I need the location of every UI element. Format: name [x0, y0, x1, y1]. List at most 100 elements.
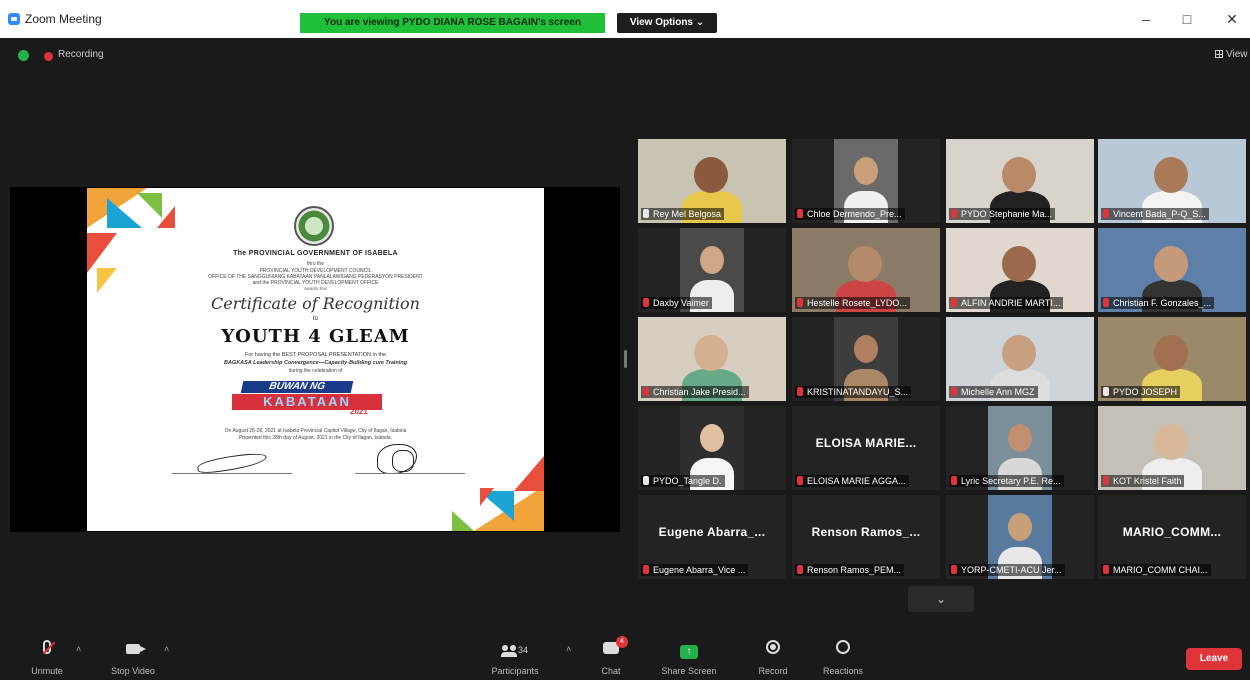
participant-display-name: Eugene Abarra_...	[658, 525, 766, 539]
participant-tile[interactable]: KOT Kristel Faith	[1098, 406, 1246, 490]
cert-awards: awards this	[304, 286, 327, 291]
participant-head	[854, 335, 878, 363]
participant-tile[interactable]: PYDO JOSEPH	[1098, 317, 1246, 401]
signature-right-2	[392, 450, 414, 472]
participant-tile[interactable]: PYDO Stephanie Ma...	[946, 139, 1094, 223]
participant-head	[1154, 424, 1188, 460]
view-button[interactable]: View	[1215, 49, 1248, 60]
muted-mic-icon	[43, 640, 51, 654]
buwan-ng-kabataan-logo: BUWAN NG KABATAAN 2021	[232, 381, 382, 419]
participant-tile[interactable]: Michelle Ann MGZ	[946, 317, 1094, 401]
cert-held: On August 26-28, 2021 at Isabela Provinc…	[224, 428, 407, 434]
cert-event: BAGKASA Leadership Convergence—Capacity-…	[223, 360, 408, 366]
muted-mic-icon	[643, 298, 649, 307]
unmute-button[interactable]: Unmute	[12, 640, 82, 676]
participant-name-label: Rey Mel Belgosa	[641, 208, 725, 220]
participant-head	[1002, 335, 1036, 371]
participant-name: Daxby Vaimer	[653, 298, 709, 308]
participant-name: Renson Ramos_PEM...	[807, 565, 902, 575]
buwan-top: BUWAN NG	[240, 381, 354, 393]
participant-tile[interactable]: Eugene Abarra_... Eugene Abarra_Vice ...	[638, 495, 786, 579]
participant-name-label: ELOISA MARIE AGGA...	[795, 475, 909, 487]
record-icon	[766, 640, 780, 654]
muted-mic-icon	[951, 298, 957, 307]
participant-tile[interactable]: Chloe Dermendo_Pre...	[792, 139, 940, 223]
participant-name: Lyric Secretary P.E. Re...	[961, 476, 1061, 486]
maximize-button[interactable]: □	[1177, 11, 1197, 27]
audio-options-caret[interactable]: ˄	[76, 644, 81, 654]
participant-head	[848, 246, 882, 282]
signature-line-left	[172, 473, 292, 474]
muted-mic-icon	[643, 565, 649, 574]
participants-options-caret[interactable]: ˄	[566, 644, 571, 654]
participant-tile[interactable]: Daxby Vaimer	[638, 228, 786, 312]
participant-tile[interactable]: ALFIN ANDRIE MARTI...	[946, 228, 1094, 312]
muted-mic-icon	[951, 476, 957, 485]
participant-name-label: Hestelle Rosete_LYDO...	[795, 297, 910, 309]
participant-head	[1002, 246, 1036, 282]
participant-tile[interactable]: ELOISA MARIE... ELOISA MARIE AGGA...	[792, 406, 940, 490]
share-screen-button[interactable]: ↑ Share Screen	[654, 640, 724, 676]
participant-name-label: Michelle Ann MGZ	[949, 386, 1038, 398]
meeting-toolbar: Unmute ˄ Stop Video ˄ 34 Participants ˄ …	[0, 632, 1250, 680]
participant-name: Chloe Dermendo_Pre...	[807, 209, 902, 219]
minimize-button[interactable]: –	[1136, 11, 1156, 27]
muted-mic-icon	[1103, 209, 1109, 218]
cert-to: to	[312, 316, 318, 322]
encryption-shield-icon[interactable]	[18, 50, 29, 61]
muted-mic-icon	[797, 565, 803, 574]
cert-during: during the celebration of	[288, 368, 343, 374]
provincial-seal-icon	[294, 206, 334, 246]
stop-video-button[interactable]: Stop Video	[98, 640, 168, 676]
participant-tile[interactable]: YORP-CMETI-ACU Jer...	[946, 495, 1094, 579]
participants-button[interactable]: 34 Participants	[480, 640, 550, 676]
window-title: Zoom Meeting	[25, 12, 102, 26]
buwan-year: 2021	[350, 407, 368, 416]
confetti-decoration	[452, 511, 474, 531]
reactions-button[interactable]: Reactions	[808, 640, 878, 676]
participant-tile[interactable]: Christian F. Gonzales_...	[1098, 228, 1246, 312]
cert-org: The PROVINCIAL GOVERNMENT OF ISABELA	[233, 250, 398, 257]
participant-name-label: Lyric Secretary P.E. Re...	[949, 475, 1064, 487]
video-options-caret[interactable]: ˄	[164, 644, 169, 654]
participant-tile[interactable]: Vincent Bada_P-Q_S...	[1098, 139, 1246, 223]
gallery-scroll-down-button[interactable]: ⌄	[908, 586, 974, 612]
mic-icon	[643, 476, 649, 485]
participant-name-label: PYDO JOSEPH	[1101, 386, 1181, 398]
muted-mic-icon	[1103, 476, 1109, 485]
participant-name-label: Daxby Vaimer	[641, 297, 712, 309]
confetti-decoration	[514, 456, 544, 491]
muted-mic-icon	[951, 387, 957, 396]
participant-tile[interactable]: Hestelle Rosete_LYDO...	[792, 228, 940, 312]
muted-mic-icon	[951, 209, 957, 218]
participant-tile[interactable]: Lyric Secretary P.E. Re...	[946, 406, 1094, 490]
participant-tile[interactable]: KRISTINATANDAYU_S...	[792, 317, 940, 401]
participant-display-name: ELOISA MARIE...	[815, 436, 917, 450]
chat-button[interactable]: 4 Chat	[576, 636, 646, 676]
view-options-button[interactable]: View Options ⌄	[617, 13, 717, 33]
participant-tile[interactable]: Renson Ramos_... Renson Ramos_PEM...	[792, 495, 940, 579]
participant-tile[interactable]: Rey Mel Belgosa	[638, 139, 786, 223]
zoom-logo-icon	[8, 13, 20, 25]
recording-label: Recording	[58, 49, 104, 60]
participant-tile[interactable]: Christian Jake Presid...	[638, 317, 786, 401]
participant-name-label: KOT Kristel Faith	[1101, 475, 1185, 487]
cert-heading: Certificate of Recognition	[211, 294, 420, 313]
view-label: View	[1226, 49, 1248, 60]
leave-button[interactable]: Leave	[1186, 648, 1242, 670]
close-button[interactable]: ✕	[1222, 11, 1242, 27]
participant-display-name: Renson Ramos_...	[811, 525, 921, 539]
split-divider-handle[interactable]	[624, 350, 627, 368]
participant-tile[interactable]: PYDO_Tangle D.	[638, 406, 786, 490]
participant-tile[interactable]: MARIO_COMM... MARIO_COMM CHAI...	[1098, 495, 1246, 579]
participant-name-label: Chloe Dermendo_Pre...	[795, 208, 905, 220]
participant-name: Christian Jake Presid...	[653, 387, 746, 397]
chat-label: Chat	[601, 666, 621, 676]
record-button[interactable]: Record	[738, 640, 808, 676]
muted-mic-icon	[797, 387, 803, 396]
participant-head	[694, 335, 728, 371]
recording-dot-icon	[44, 52, 53, 61]
certificate-document: The PROVINCIAL GOVERNMENT OF ISABELA thr…	[87, 188, 544, 531]
muted-mic-icon	[643, 387, 649, 396]
participant-name-label: KRISTINATANDAYU_S...	[795, 386, 912, 398]
